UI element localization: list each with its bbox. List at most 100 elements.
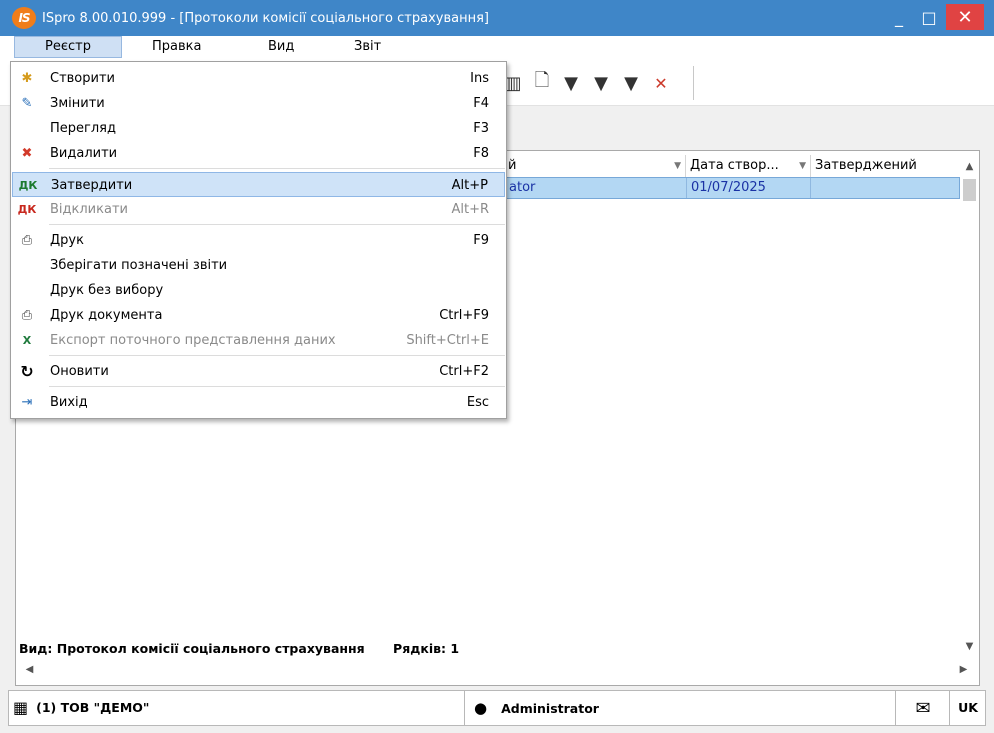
menu-item-view[interactable]: Перегляд F3 bbox=[12, 116, 505, 141]
menu-item-create[interactable]: ✱ Створити Ins bbox=[12, 66, 505, 91]
exit-icon: ⇥ bbox=[21, 395, 33, 410]
menu-item-shortcut: Alt+R bbox=[451, 202, 489, 217]
column-header-approved[interactable]: Затверджений bbox=[811, 155, 959, 177]
menu-item-shortcut: F3 bbox=[473, 121, 489, 136]
menu-item-revoke: ДК Відкликати Alt+R bbox=[12, 197, 505, 222]
menu-edit[interactable]: Правка bbox=[140, 36, 213, 58]
menu-item-label: Друк документа bbox=[50, 308, 163, 323]
language-indicator[interactable]: UK bbox=[951, 691, 985, 725]
view-label: Вид: Протокол комісії соціального страху… bbox=[19, 641, 365, 656]
rows-count: Рядків: 1 bbox=[393, 641, 460, 656]
delete-doc-icon: ✖ bbox=[21, 146, 33, 161]
menu-item-shortcut: Ctrl+F9 bbox=[439, 308, 489, 323]
refresh-icon: ↻ bbox=[20, 362, 34, 381]
menu-item-print[interactable]: ⎙ Друк F9 bbox=[12, 228, 505, 253]
menu-bar: Реєстр Правка Вид Звіт bbox=[0, 36, 994, 58]
bottom-status-bar: ▦ (1) ТОВ "ДЕМО" ● Administrator ✉ UK bbox=[8, 690, 986, 726]
approve-icon: ДК bbox=[18, 179, 38, 192]
maximize-button[interactable]: □ bbox=[914, 4, 944, 30]
filter-icon[interactable]: ▼ bbox=[560, 72, 582, 94]
printer-icon: ⎙ bbox=[21, 233, 33, 248]
menu-report[interactable]: Звіт bbox=[342, 36, 393, 58]
toolbar-separator bbox=[693, 66, 694, 100]
menu-item-print-no-select[interactable]: Друк без вибору bbox=[12, 278, 505, 303]
excel-export-icon: X bbox=[22, 334, 32, 347]
sort-arrow-icon[interactable]: ▼ bbox=[674, 155, 681, 177]
menu-item-label: Змінити bbox=[50, 96, 105, 111]
grid-status: Вид: Протокол комісії соціального страху… bbox=[19, 641, 459, 656]
column-header-author[interactable]: й ▼ bbox=[504, 155, 686, 177]
menu-separator bbox=[49, 386, 505, 387]
edit-doc-icon: ✎ bbox=[21, 96, 33, 111]
new-doc-icon: ✱ bbox=[21, 71, 33, 86]
title-bar: IS ISpro 8.00.010.999 - [Протоколи коміс… bbox=[0, 0, 994, 36]
minimize-button[interactable]: _ bbox=[884, 4, 914, 30]
menu-registry[interactable]: Реєстр bbox=[14, 36, 122, 58]
menu-item-shortcut: F8 bbox=[473, 146, 489, 161]
menu-separator bbox=[49, 168, 505, 169]
doc-history-icon[interactable]: 🗋 bbox=[531, 70, 553, 94]
menu-item-label: Зберігати позначені звіти bbox=[50, 258, 228, 273]
menu-item-label: Видалити bbox=[50, 146, 118, 161]
column-header-label: Затверджений bbox=[815, 158, 917, 173]
menu-view[interactable]: Вид bbox=[256, 36, 306, 58]
cell-approved bbox=[810, 178, 960, 198]
scroll-down-icon[interactable]: ▼ bbox=[960, 637, 979, 655]
building-icon: ▦ bbox=[13, 698, 29, 717]
menu-item-refresh[interactable]: ↻ Оновити Ctrl+F2 bbox=[12, 359, 505, 384]
menu-item-save-marked-reports[interactable]: Зберігати позначені звіти bbox=[12, 253, 505, 278]
menu-item-shortcut: Ctrl+F2 bbox=[439, 364, 489, 379]
user-icon: ● bbox=[474, 699, 488, 717]
menu-item-shortcut: F4 bbox=[473, 96, 489, 111]
scroll-thumb[interactable] bbox=[963, 179, 976, 201]
vertical-scrollbar[interactable]: ▲ ▼ bbox=[960, 155, 979, 655]
menu-item-edit[interactable]: ✎ Змінити F4 bbox=[12, 91, 505, 116]
menu-item-label: Друк без вибору bbox=[50, 283, 164, 298]
menu-item-label: Експорт поточного представлення даних bbox=[50, 333, 336, 348]
filter-remove-icon[interactable]: ✕ bbox=[650, 72, 672, 94]
registry-dropdown-menu: ✱ Створити Ins ✎ Змінити F4 Перегляд F3 … bbox=[10, 61, 507, 419]
organization-name: (1) ТОВ "ДЕМО" bbox=[36, 700, 150, 715]
revoke-icon: ДК bbox=[17, 203, 37, 216]
user-info[interactable]: ● Administrator bbox=[474, 691, 599, 725]
menu-separator bbox=[49, 224, 505, 225]
menu-item-label: Створити bbox=[50, 71, 115, 86]
filter-user-icon[interactable]: ▼ bbox=[590, 72, 612, 94]
horizontal-scrollbar[interactable]: ◀ ▶ bbox=[16, 659, 979, 679]
column-header-label: Дата створ... bbox=[690, 158, 779, 173]
menu-item-label: Оновити bbox=[50, 364, 109, 379]
menu-item-shortcut: Alt+P bbox=[451, 178, 488, 193]
menu-item-shortcut: Esc bbox=[466, 395, 489, 410]
scroll-right-icon[interactable]: ▶ bbox=[954, 660, 973, 678]
scroll-left-icon[interactable]: ◀ bbox=[20, 660, 39, 678]
filter-clear-icon[interactable]: ▼ bbox=[620, 72, 642, 94]
menu-item-shortcut: F9 bbox=[473, 233, 489, 248]
menu-separator bbox=[49, 355, 505, 356]
menu-item-delete[interactable]: ✖ Видалити F8 bbox=[12, 141, 505, 166]
organization-info[interactable]: ▦ (1) ТОВ "ДЕМО" bbox=[13, 691, 149, 725]
close-button[interactable]: ✕ bbox=[946, 4, 984, 30]
mail-icon[interactable]: ✉ bbox=[903, 697, 943, 719]
window-title: ISpro 8.00.010.999 - [Протоколи комісії … bbox=[42, 10, 489, 26]
menu-item-exit[interactable]: ⇥ Вихід Esc bbox=[12, 390, 505, 415]
user-name: Administrator bbox=[501, 700, 599, 716]
status-separator bbox=[895, 691, 896, 725]
menu-item-label: Перегляд bbox=[50, 121, 116, 136]
menu-item-shortcut: Shift+Ctrl+E bbox=[406, 333, 489, 348]
column-header-created-date[interactable]: Дата створ... ▼ bbox=[686, 155, 811, 177]
menu-item-label: Вихід bbox=[50, 395, 88, 410]
status-separator bbox=[464, 691, 465, 725]
status-separator bbox=[949, 691, 950, 725]
cell-author: ator bbox=[509, 180, 536, 195]
menu-item-label: Відкликати bbox=[50, 202, 128, 217]
scroll-up-icon[interactable]: ▲ bbox=[960, 157, 979, 175]
menu-item-print-document[interactable]: ⎙ Друк документа Ctrl+F9 bbox=[12, 303, 505, 328]
menu-item-label: Друк bbox=[50, 233, 84, 248]
sort-arrow-icon[interactable]: ▼ bbox=[799, 155, 806, 177]
cell-created-date: 01/07/2025 bbox=[686, 178, 811, 198]
menu-item-export: X Експорт поточного представлення даних … bbox=[12, 328, 505, 353]
menu-item-label: Затвердити bbox=[51, 178, 133, 193]
menu-item-shortcut: Ins bbox=[470, 71, 489, 86]
menu-item-approve[interactable]: ДК Затвердити Alt+P bbox=[12, 172, 505, 197]
app-logo-icon: IS bbox=[12, 7, 36, 29]
